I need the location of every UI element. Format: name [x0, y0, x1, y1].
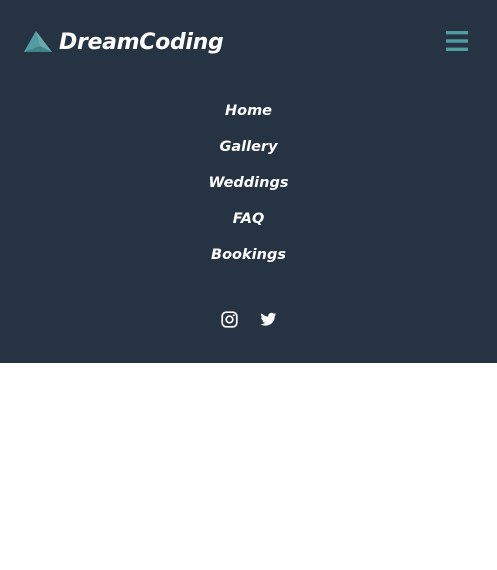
nav-menu: Home Gallery Weddings FAQ Bookings — [0, 92, 497, 272]
nav-link-bookings[interactable]: Bookings — [205, 247, 292, 263]
instagram-icon[interactable] — [220, 311, 238, 328]
menu-item-home: Home — [0, 92, 497, 128]
social-links — [0, 311, 497, 328]
nav-link-weddings[interactable]: Weddings — [203, 175, 295, 191]
brand-name: DreamCoding — [59, 29, 224, 55]
paper-plane-icon — [22, 26, 54, 58]
twitter-icon[interactable] — [259, 311, 277, 328]
nav-link-home[interactable]: Home — [219, 103, 278, 119]
nav-link-faq[interactable]: FAQ — [227, 211, 271, 227]
menu-item-faq: FAQ — [0, 200, 497, 236]
menu-item-gallery: Gallery — [0, 128, 497, 164]
menu-item-bookings: Bookings — [0, 236, 497, 272]
menu-item-weddings: Weddings — [0, 164, 497, 200]
hamburger-icon[interactable] — [445, 29, 469, 53]
nav-link-gallery[interactable]: Gallery — [213, 139, 283, 155]
brand-logo-link[interactable]: DreamCoding — [22, 26, 224, 58]
navbar: DreamCoding Home Gallery Weddings FAQ Bo… — [0, 0, 497, 363]
